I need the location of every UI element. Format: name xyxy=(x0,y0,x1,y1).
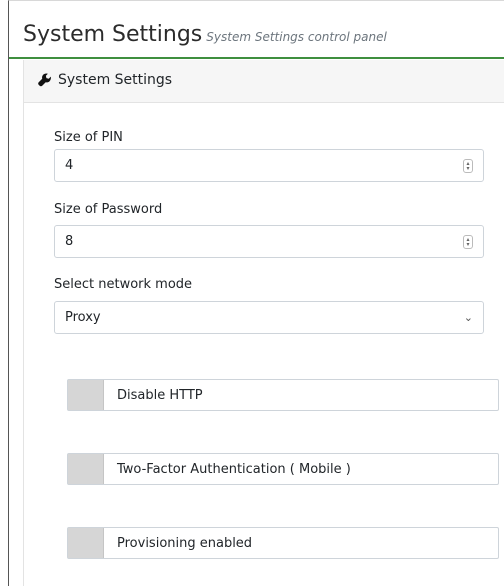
settings-panel: System Settings System Settings control p… xyxy=(8,0,504,586)
network-mode-value: Proxy xyxy=(65,310,101,325)
spinner-icon[interactable]: ▴ ▾ xyxy=(463,159,473,173)
toggle-provisioning[interactable]: Provisioning enabled xyxy=(67,527,499,559)
spinner-icon[interactable]: ▴ ▾ xyxy=(463,235,473,249)
chevron-down-icon: ⌄ xyxy=(463,311,473,324)
card-header: System Settings xyxy=(24,60,504,103)
toggle-two-factor[interactable]: Two-Factor Authentication ( Mobile ) xyxy=(67,453,499,485)
pin-size-input[interactable]: 4 ▴ ▾ xyxy=(54,149,484,182)
network-mode-select[interactable]: Proxy ⌄ xyxy=(54,301,484,334)
page-title: System Settings System Settings control p… xyxy=(23,22,387,47)
toggle-switch[interactable] xyxy=(68,528,104,558)
pin-size-value: 4 xyxy=(65,158,74,173)
card-title: System Settings xyxy=(38,72,172,88)
page-header: System Settings System Settings control p… xyxy=(9,1,504,59)
toggle-switch[interactable] xyxy=(68,454,104,484)
settings-card: System Settings Size of PIN 4 ▴ ▾ Size of… xyxy=(23,60,504,586)
page-subtitle: System Settings control panel xyxy=(206,30,387,44)
toggle-label: Two-Factor Authentication ( Mobile ) xyxy=(117,461,351,477)
password-size-label: Size of Password xyxy=(54,202,163,217)
card-title-text: System Settings xyxy=(58,72,173,88)
password-size-input[interactable]: 8 ▴ ▾ xyxy=(54,225,484,258)
toggle-switch[interactable] xyxy=(68,380,104,410)
toggle-label: Disable HTTP xyxy=(117,387,203,403)
toggle-disable-http[interactable]: Disable HTTP xyxy=(67,379,499,411)
wrench-icon xyxy=(38,73,51,87)
pin-size-label: Size of PIN xyxy=(54,130,123,145)
toggle-label: Provisioning enabled xyxy=(117,535,253,551)
password-size-value: 8 xyxy=(65,234,74,249)
network-mode-label: Select network mode xyxy=(54,277,193,292)
page-title-text: System Settings xyxy=(23,22,203,47)
